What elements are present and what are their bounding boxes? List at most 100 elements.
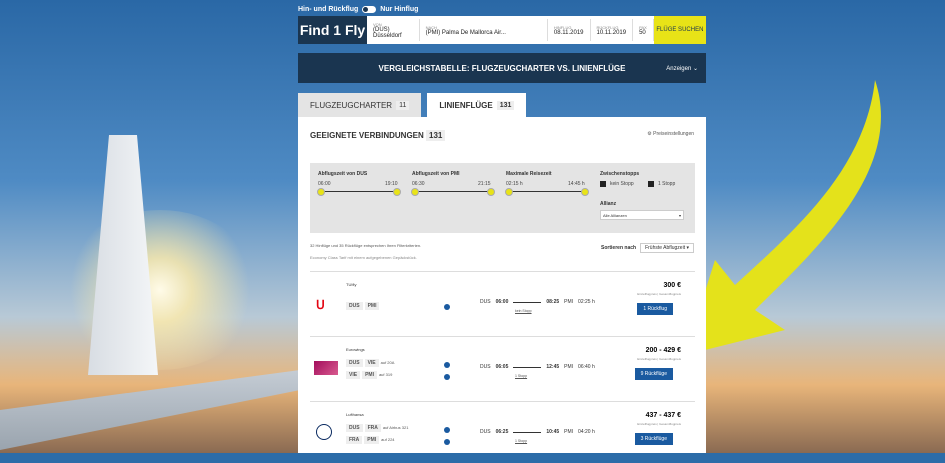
one-stop-label: 1 Stopp [658,181,676,187]
duration: 04:20 h [578,429,595,435]
slider-duration[interactable] [505,188,589,196]
airport-chip: PMI [364,302,380,310]
from-field[interactable]: VON (DUS) Düsseldorf [367,19,420,41]
aircraft: auf Airbus 321 [382,425,409,430]
trip-type-toggle: Hin- und Rückflug Nur Hinflug [298,6,418,13]
dep-airport: DUS [480,429,491,435]
airport-chip: DUS [346,302,363,310]
airport-chip: FRA [346,436,363,444]
airline-name: Lufthansa [346,412,364,417]
lufthansa-logo [316,424,332,440]
price-links[interactable]: Einzelflugpreis | Gesamtflugpreis [637,422,681,426]
airport-chip: FRA [364,424,381,432]
sun-glow [60,210,260,370]
sort-control: Sortieren nach Frühste Abflugzeit ▾ [601,243,694,253]
chevron-down-icon: ▾ [678,213,681,218]
comparison-title: VERGLEICHSTABELLE: FLUGZEUGCHARTER VS. L… [378,63,626,73]
sort-select[interactable]: Frühste Abflugzeit ▾ [640,243,694,253]
arr-time: 10:45 [546,429,560,435]
filter-pmi-label: Abflugszeit von PMI [412,171,460,177]
filter-pmi-max: 21:15 [478,181,491,187]
arr-time: 08:25 [546,299,560,305]
duration: 02:25 h [578,299,595,305]
info-icon[interactable] [444,427,450,433]
tab-count: 131 [496,100,515,110]
tab-label: FLUGZEUGCHARTER [310,100,393,110]
to-field[interactable]: NACH (PMI) Palma De Mallorca Air... [420,19,548,41]
filter-duration-min: 02:15 h [506,181,523,187]
airline-name: TUIfly [346,282,357,287]
sort-value: Frühste Abflugzeit [645,245,686,251]
pax-value: 50 [639,29,646,36]
stop-info[interactable]: kein Stopp [515,309,532,313]
aircraft: auf 319 [378,372,393,377]
eurowings-logo [314,361,338,375]
show-toggle[interactable]: Anzeigen ⌄ [666,65,698,72]
price-settings-label: Preiseinstellungen [653,131,694,137]
slider-dus[interactable] [317,188,401,196]
return-date-field[interactable]: RÜCKFLUG 10.11.2019 [591,19,634,41]
info-icon[interactable] [444,439,450,445]
stop-info[interactable]: 1 Stopp [515,374,527,378]
arr-airport: PMI [564,299,574,305]
filter-duration-max: 14:45 h [568,181,585,187]
tab-charter[interactable]: FLUGZEUGCHARTER 11 [298,93,422,117]
tab-scheduled[interactable]: LINIENFLÜGE 131 [427,93,527,117]
info-icon[interactable] [444,362,450,368]
flight-times: DUS 06:00 08:25 PMI 02:25 h [480,299,595,305]
flight-leg: FRA PMI auf 224 [346,436,395,444]
flight-row[interactable]: ᑌ TUIfly DUS PMI DUS 06:00 08:25 PMI 02:25 h … [310,271,695,333]
slider-pmi[interactable] [411,188,495,196]
flight-row[interactable]: Eurowings DUS VIE auf 20A VIE PMI auf 319 DU… [310,336,695,398]
results-title-text: GEEIGNETE VERBINDUNGEN [310,131,424,140]
flight-row[interactable]: Lufthansa DUS FRA auf Airbus 321 FRA PMI auf… [310,401,695,463]
comparison-banner[interactable]: VERGLEICHSTABELLE: FLUGZEUGCHARTER VS. L… [298,53,706,83]
checkbox-no-stop[interactable] [600,181,606,187]
price: 200 - 429 € [645,347,681,354]
flight-leg: DUS PMI [346,302,381,310]
result-count-info: 32 Hinflüge und 35 Rückflüge entsprechen… [310,243,422,248]
return-flights-button[interactable]: 3 Rückflüge [634,433,673,445]
no-stop-label: kein Stopp [610,181,634,187]
roundtrip-label: Hin- und Rückflug [298,6,359,13]
tab-label: LINIENFLÜGE [439,100,493,110]
airport-chip: PMI [364,436,380,444]
alliance-select[interactable]: Alle Allianzen ▾ [600,210,684,220]
airport-chip: DUS [346,359,363,367]
yellow-arrow-icon [685,80,881,355]
filter-box: Abflugszeit von DUS 06:00 19:10 Abflugsz… [310,163,695,233]
from-value: (DUS) Düsseldorf [373,26,402,39]
price-links[interactable]: Einzelflugpreis | Gesamtflugpreis [637,357,681,361]
info-icon[interactable] [444,374,450,380]
show-label: Anzeigen [666,65,692,72]
aircraft: auf 20A [380,360,395,365]
price: 437 - 437 € [645,412,681,419]
airport-chip: VIE [346,371,361,379]
route-line [513,366,542,368]
flight-times: DUS 06:05 12:45 PMI 06:40 h [480,364,595,370]
oneway-label: Nur Hinflug [380,6,419,13]
to-value: (PMI) Palma De Mallorca Air... [425,29,506,36]
stop-info[interactable]: 1 Stopp [515,439,527,443]
filter-duration-label: Maximale Reisezeit [506,171,552,177]
departure-date-field[interactable]: HINFLUG 08.11.2019 [548,19,591,41]
route-line [513,431,542,433]
dep-airport: DUS [480,299,491,305]
price-settings-link[interactable]: ⚙ Preiseinstellungen [647,131,694,137]
info-icon[interactable] [444,304,450,310]
search-flights-button[interactable]: FLÜGE SUCHEN [653,16,706,44]
trip-toggle[interactable] [362,6,377,13]
sort-label: Sortieren nach [601,245,637,251]
pax-field[interactable]: PAX 50 [633,19,654,41]
tab-bar: FLUGZEUGCHARTER 11 LINIENFLÜGE 131 [298,93,527,117]
dep-airport: DUS [480,364,491,370]
checkbox-one-stop[interactable] [648,181,654,187]
price: 300 € [663,282,681,289]
return-flights-button[interactable]: 1 Rückflug [637,303,673,315]
airport-chip: PMI [362,371,377,379]
return-flights-button[interactable]: 9 Rückflüge [634,368,673,380]
results-title: GEEIGNETE VERBINDUNGEN 131 [310,130,446,141]
filter-dus-min: 06:00 [318,181,331,187]
alliance-value: Alle Allianzen [603,213,627,218]
price-links[interactable]: Einzelflugpreis | Gesamtflugpreis [637,292,681,296]
